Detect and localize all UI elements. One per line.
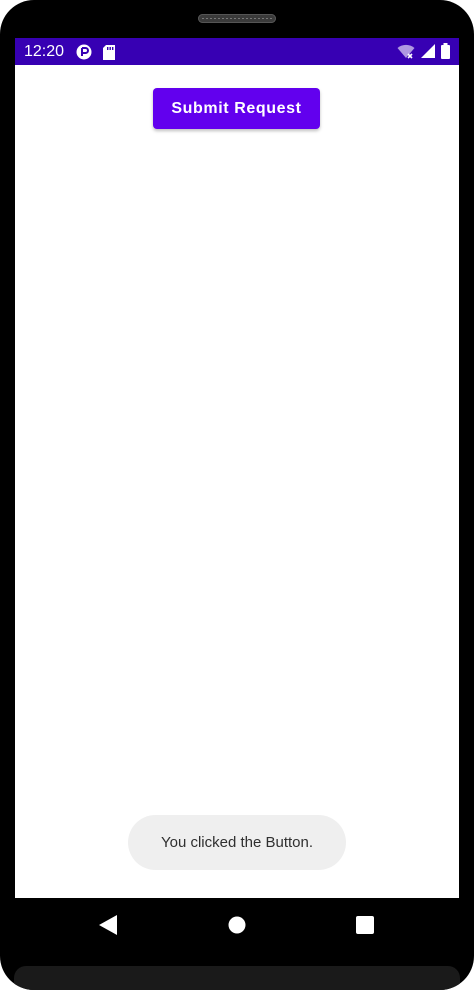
navigation-bar <box>0 898 474 956</box>
earpiece-speaker <box>198 14 276 23</box>
battery-icon <box>441 43 450 64</box>
system-status-icons <box>397 43 450 64</box>
status-time: 12:20 <box>24 43 65 60</box>
toast-notification: You clicked the Button. <box>128 815 346 870</box>
notification-icons <box>76 44 115 65</box>
recents-icon <box>356 915 374 939</box>
sync-icon <box>76 44 92 65</box>
back-icon <box>99 914 117 940</box>
home-button[interactable] <box>225 915 249 939</box>
toast-message: You clicked the Button. <box>160 834 314 851</box>
home-icon <box>228 916 246 939</box>
phone-chin <box>14 966 460 990</box>
cell-signal-icon <box>421 44 435 63</box>
recents-button[interactable] <box>353 915 377 939</box>
submit-request-button[interactable]: Submit Request <box>153 88 320 129</box>
sd-card-icon <box>103 44 115 65</box>
app-screen: 12:20 Submit Request You clicked the But… <box>15 38 459 898</box>
wifi-icon <box>397 44 415 64</box>
phone-frame: 12:20 Submit Request You clicked the But… <box>0 0 474 990</box>
status-bar: 12:20 <box>15 38 459 65</box>
back-button[interactable] <box>96 914 120 940</box>
